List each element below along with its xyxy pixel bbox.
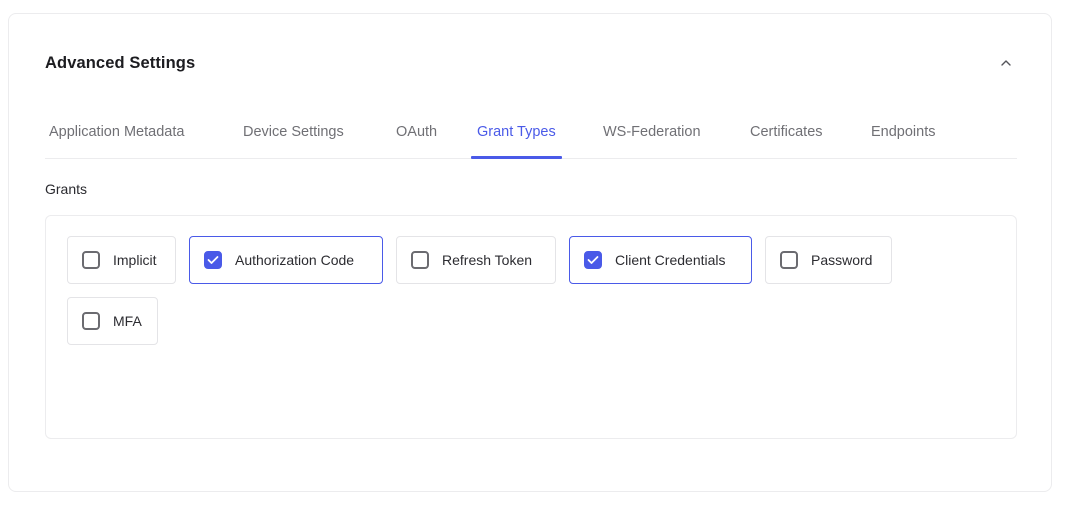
check-icon [587, 256, 599, 264]
tab-certificates[interactable]: Certificates [750, 124, 823, 158]
tab-device-settings[interactable]: Device Settings [243, 124, 344, 158]
collapse-button[interactable] [997, 54, 1015, 72]
grant-refresh-token[interactable]: Refresh Token [396, 236, 556, 284]
tab-application-metadata[interactable]: Application Metadata [49, 124, 184, 158]
grant-authorization-code[interactable]: Authorization Code [189, 236, 383, 284]
checkbox-unchecked-icon[interactable] [82, 251, 100, 269]
advanced-settings-card: Advanced Settings Application Metadata D… [8, 13, 1052, 492]
grant-label: Client Credentials [615, 252, 726, 268]
grant-label: Implicit [113, 252, 157, 268]
tab-bar: Application Metadata Device Settings OAu… [45, 122, 1017, 159]
checkbox-unchecked-icon[interactable] [411, 251, 429, 269]
tab-grant-types[interactable]: Grant Types [471, 124, 562, 159]
grant-client-credentials[interactable]: Client Credentials [569, 236, 752, 284]
grant-mfa[interactable]: MFA [67, 297, 158, 345]
tab-ws-federation[interactable]: WS-Federation [603, 124, 701, 158]
checkbox-unchecked-icon[interactable] [780, 251, 798, 269]
grant-password[interactable]: Password [765, 236, 892, 284]
card-title: Advanced Settings [45, 54, 196, 72]
checkbox-checked-icon[interactable] [584, 251, 602, 269]
tab-oauth[interactable]: OAuth [396, 124, 437, 158]
check-icon [207, 256, 219, 264]
chevron-up-icon [1001, 60, 1011, 66]
grant-label: MFA [113, 313, 142, 329]
grants-label: Grants [45, 181, 88, 197]
grant-label: Authorization Code [235, 252, 355, 268]
grant-implicit[interactable]: Implicit [67, 236, 176, 284]
tab-endpoints[interactable]: Endpoints [871, 124, 936, 158]
grant-label: Password [811, 252, 873, 268]
checkbox-checked-icon[interactable] [204, 251, 222, 269]
checkbox-unchecked-icon[interactable] [82, 312, 100, 330]
grant-label: Refresh Token [442, 252, 533, 268]
grants-container: Implicit Authorization Code Refresh Toke… [45, 215, 1017, 439]
